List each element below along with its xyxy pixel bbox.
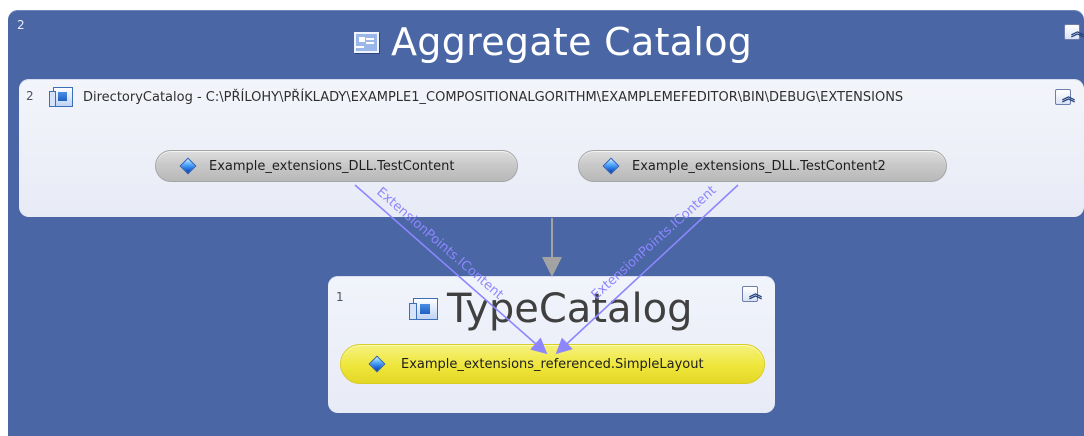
type-collapse-button[interactable]: ︽ (742, 286, 762, 302)
directory-catalog-container: 2 DirectoryCatalog - C:\PŘÍLOHY\PŘÍKLADY… (19, 79, 1084, 217)
part-icon (179, 157, 197, 175)
type-catalog-title-text: TypeCatalog (447, 286, 693, 332)
part-icon (602, 157, 620, 175)
part-simple-layout-label: Example_extensions_referenced.SimpleLayo… (401, 356, 704, 372)
part-icon (368, 355, 386, 373)
aggregate-catalog-count: 2 (17, 18, 25, 32)
aggregate-collapse-button[interactable]: ︽ (1064, 24, 1084, 40)
directory-collapse-button[interactable]: ︽ (1055, 89, 1075, 105)
type-catalog-title: TypeCatalog (409, 286, 693, 332)
part-test-content2[interactable]: Example_extensions_DLL.TestContent2 (578, 150, 947, 182)
composition-diagram: 2 Aggregate Catalog ︽ 2 DirectoryCatalog… (0, 0, 1084, 436)
aggregate-catalog-title-text: Aggregate Catalog (391, 20, 753, 64)
directory-catalog-icon (49, 87, 73, 107)
part-simple-layout[interactable]: Example_extensions_referenced.SimpleLayo… (340, 344, 765, 384)
aggregate-catalog-title: Aggregate Catalog (354, 23, 752, 61)
part-test-content-label: Example_extensions_DLL.TestContent (209, 158, 455, 174)
catalog-icon (354, 31, 379, 53)
directory-catalog-title-text: DirectoryCatalog - C:\PŘÍLOHY\PŘÍKLADY\E… (83, 89, 904, 105)
directory-catalog-count: 2 (26, 89, 34, 103)
part-test-content[interactable]: Example_extensions_DLL.TestContent (155, 150, 518, 182)
type-catalog-container: 1 TypeCatalog ︽ Example_extensions_refer… (328, 276, 775, 413)
type-catalog-count: 1 (336, 290, 344, 304)
directory-catalog-title: DirectoryCatalog - C:\PŘÍLOHY\PŘÍKLADY\E… (49, 87, 904, 107)
part-test-content2-label: Example_extensions_DLL.TestContent2 (632, 158, 886, 174)
type-catalog-icon (409, 298, 438, 320)
